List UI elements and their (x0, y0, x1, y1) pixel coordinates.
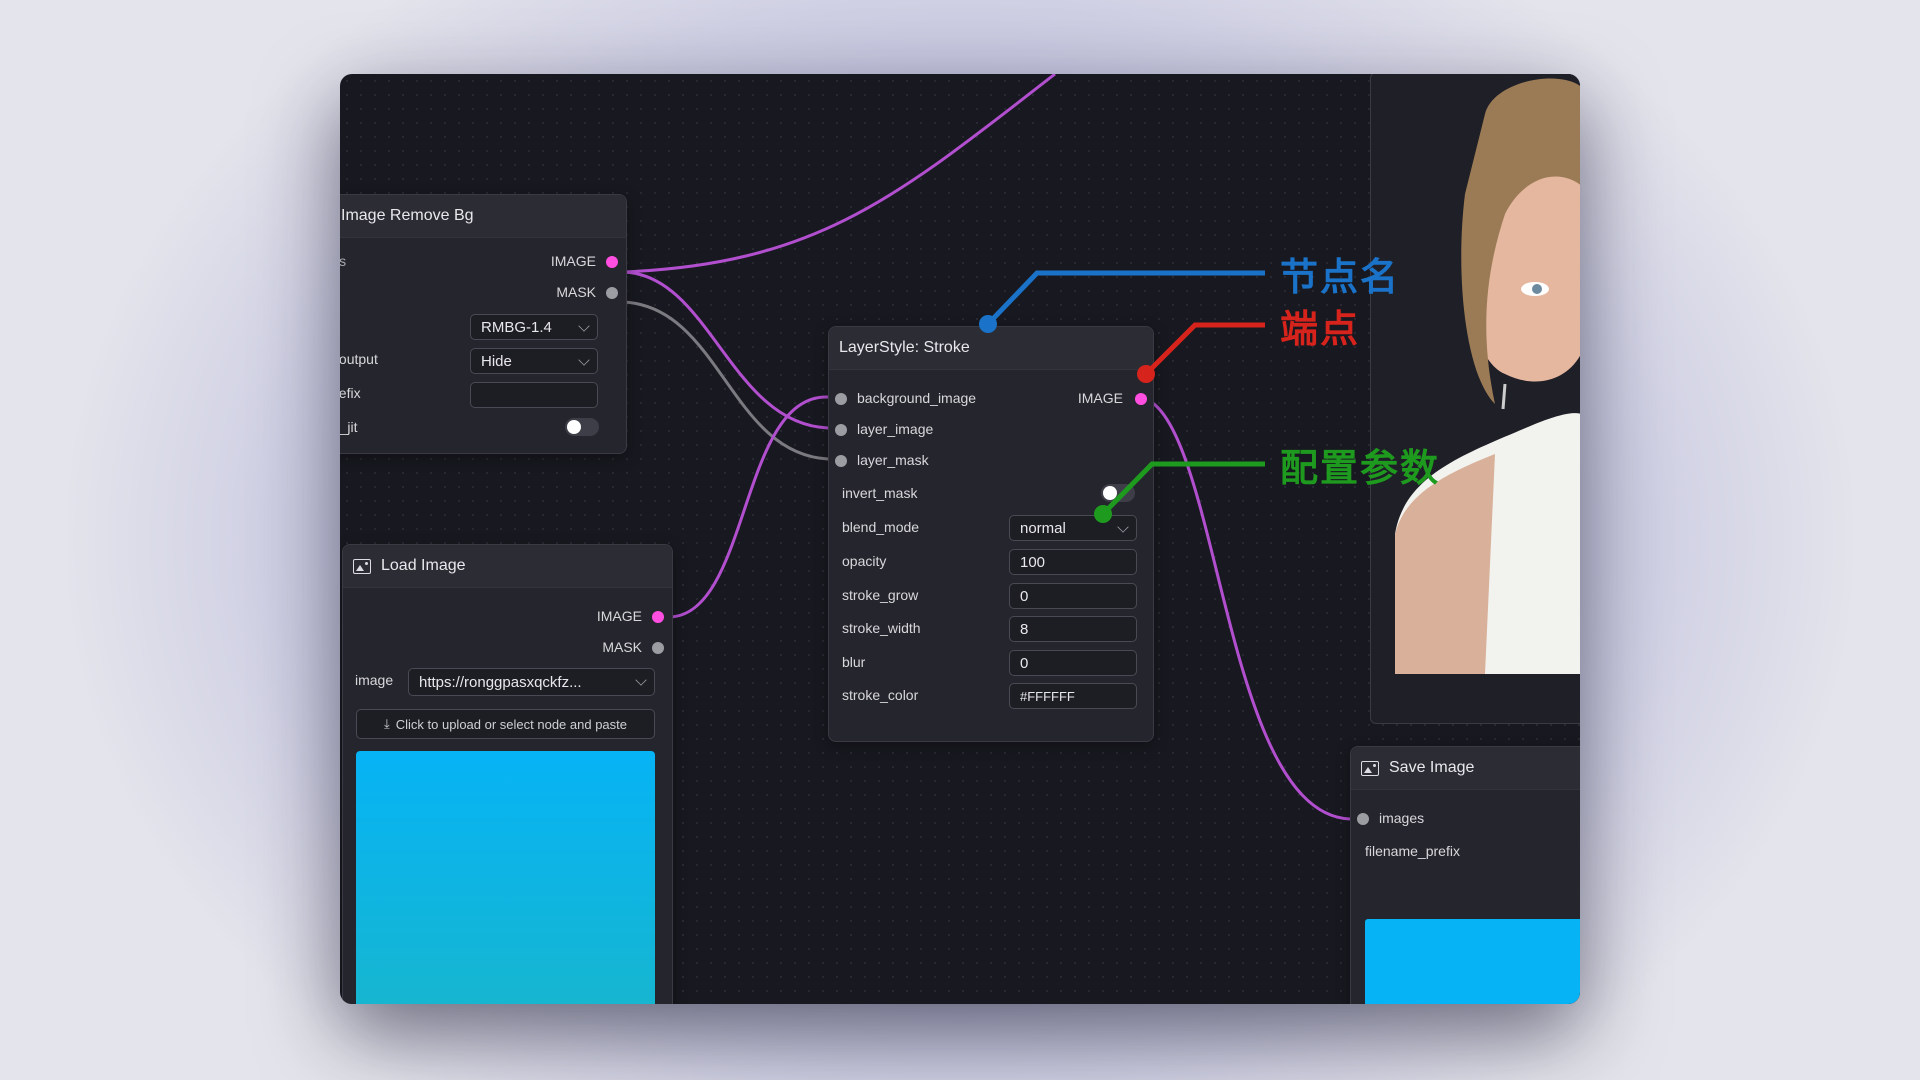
annotation-callouts (979, 270, 1265, 523)
callout-line-config (1101, 461, 1265, 516)
annotation-endpoint: 端点 (1280, 307, 1361, 351)
callout-line-endpoint (1144, 322, 1265, 376)
callout-dot-config (1094, 505, 1112, 523)
callout-dot-node-name (979, 315, 997, 333)
annotation-node-name: 节点名 (1280, 255, 1401, 299)
node-editor-window: Image Remove Bg images IMAGE MASK mode R… (340, 74, 1580, 1004)
callout-line-node-name (986, 270, 1265, 326)
callout-dot-endpoint (1137, 365, 1155, 383)
annotation-config-params: 配置参数 (1280, 446, 1441, 490)
